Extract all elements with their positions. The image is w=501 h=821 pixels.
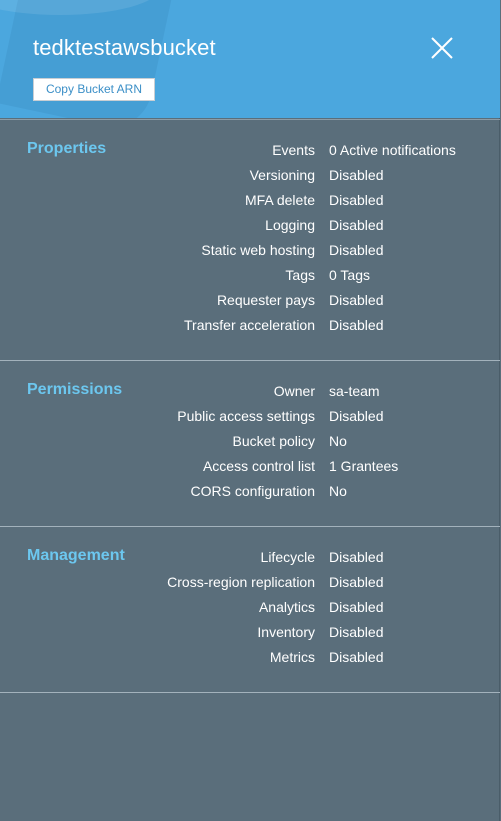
detail-row[interactable]: Metrics Disabled [0,647,500,672]
detail-label: CORS configuration [190,483,315,499]
close-button[interactable] [429,35,455,61]
bucket-details-panel: tedktestawsbucket Copy Bucket ARN Proper… [0,0,500,821]
detail-value: Disabled [329,599,384,615]
detail-label: Lifecycle [260,549,315,565]
detail-label: Public access settings [177,408,315,424]
detail-row[interactable]: Events 0 Active notifications [0,140,500,165]
detail-value: 1 Grantees [329,458,399,474]
management-section: Management Lifecycle Disabled Cross-region… [0,526,500,692]
detail-value: Disabled [329,292,384,308]
detail-value: sa-team [329,383,380,399]
detail-value: 0 Tags [329,267,370,283]
detail-value: No [329,433,347,449]
detail-value: Disabled [329,549,384,565]
detail-label: Tags [285,267,315,283]
detail-label: Analytics [258,599,315,615]
detail-label: Requester pays [216,292,315,308]
detail-label: Bucket policy [232,433,315,449]
permissions-section: Permissions Owner sa-team Public access se… [0,360,500,526]
detail-row[interactable]: Public access settings Disabled [0,406,500,431]
detail-row[interactable]: Cross-region replication Disabled [0,572,500,597]
detail-value: Disabled [329,624,384,640]
detail-label: Logging [265,217,315,233]
detail-value: Disabled [329,167,384,183]
detail-value: Disabled [329,574,384,590]
detail-label: Versioning [249,167,315,183]
panel-header: tedktestawsbucket Copy Bucket ARN [0,0,500,118]
detail-label: Transfer acceleration [184,317,315,333]
detail-row[interactable]: Requester pays Disabled [0,290,500,315]
detail-value: No [329,483,347,499]
detail-value: Disabled [329,242,384,258]
close-icon [431,37,453,59]
copy-bucket-arn-button[interactable]: Copy Bucket ARN [33,78,155,101]
detail-label: MFA delete [244,192,315,208]
detail-row[interactable]: CORS configuration No [0,481,500,506]
detail-label: Inventory [257,624,315,640]
detail-row[interactable]: Lifecycle Disabled [0,547,500,572]
detail-label: Events [272,142,315,158]
detail-value: Disabled [329,408,384,424]
detail-row[interactable]: Owner sa-team [0,381,500,406]
detail-row[interactable]: Logging Disabled [0,215,500,240]
detail-label: Static web hosting [201,242,315,258]
detail-value: Disabled [329,217,384,233]
detail-label: Metrics [269,649,315,665]
detail-row[interactable]: Bucket policy No [0,431,500,456]
detail-row[interactable]: MFA delete Disabled [0,190,500,215]
detail-value: Disabled [329,192,384,208]
detail-label: Access control list [202,458,315,474]
detail-value: Disabled [329,317,384,333]
detail-value: Disabled [329,649,384,665]
panel-footer-space [0,692,500,821]
properties-list: Events 0 Active notifications Versioning Di… [0,140,500,340]
detail-row[interactable]: Analytics Disabled [0,597,500,622]
detail-row[interactable]: Tags 0 Tags [0,265,500,290]
detail-row[interactable]: Versioning Disabled [0,165,500,190]
detail-row[interactable]: Transfer acceleration Disabled [0,315,500,340]
detail-label: Cross-region replication [167,574,315,590]
properties-section: Properties Events 0 Active notifications V… [0,119,500,360]
detail-row[interactable]: Access control list 1 Grantees [0,456,500,481]
bucket-name-title: tedktestawsbucket [33,35,216,60]
detail-row[interactable]: Static web hosting Disabled [0,240,500,265]
detail-label: Owner [273,383,315,399]
detail-value: 0 Active notifications [329,142,456,158]
detail-row[interactable]: Inventory Disabled [0,622,500,647]
management-list: Lifecycle Disabled Cross-region replicatio… [0,547,500,672]
permissions-list: Owner sa-team Public access settings Disabl… [0,381,500,506]
